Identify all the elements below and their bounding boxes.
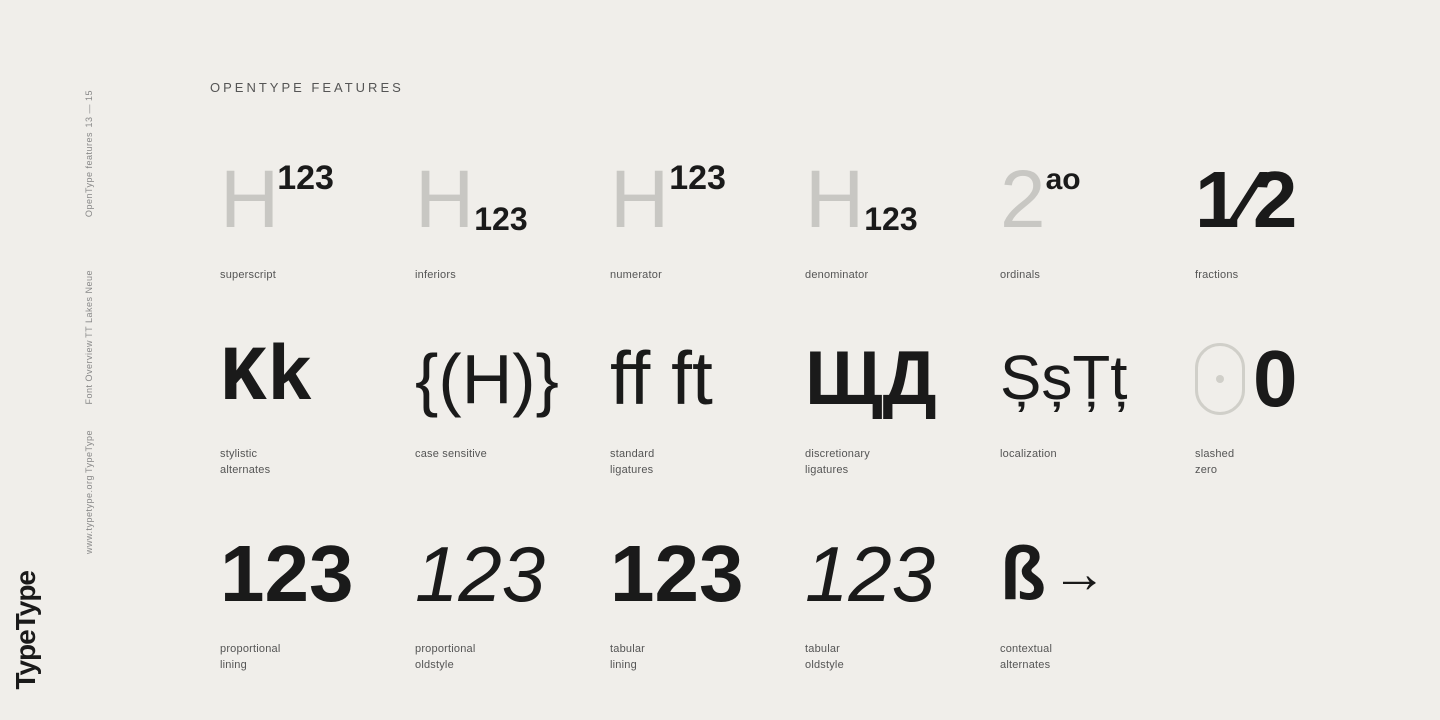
page-range: 13 — 15 xyxy=(84,90,94,128)
feature-ordinals: 2 ao ordinals xyxy=(990,145,1185,324)
glyph-numerator: H 123 xyxy=(610,145,726,255)
label-numerator: numerator xyxy=(610,267,662,284)
label-tabular-lining: tabular lining xyxy=(610,641,645,674)
glyph-superscript: H 123 xyxy=(220,145,334,255)
label-fractions: fractions xyxy=(1195,267,1238,284)
font-name: TT Lakes Neue xyxy=(84,270,94,338)
feature-empty xyxy=(1185,519,1380,714)
glyph-proportional-oldstyle: 123 xyxy=(415,519,545,629)
feature-proportional-lining: 123 proportional lining xyxy=(210,519,405,714)
feature-tabular-lining: 123 tabular lining xyxy=(600,519,795,714)
feature-inferiors: H 123 inferiors xyxy=(405,145,600,324)
glyph-localization: ȘșȚț xyxy=(1000,324,1127,434)
label-proportional-lining: proportional lining xyxy=(220,641,281,674)
sidebar-page-info: 13 — 15 OpenType features xyxy=(84,90,94,217)
feature-contextual-alternates: ß → contextual alternates xyxy=(990,519,1185,714)
glyph-case-sensitive: {(H)} xyxy=(415,324,559,434)
glyph-tabular-lining: 123 xyxy=(610,519,743,629)
sidebar: 13 — 15 OpenType features TT Lakes Neue … xyxy=(0,0,110,720)
glyph-stylistic-alternates: Kk xyxy=(220,324,314,434)
features-grid: H 123 superscript H 123 inferiors xyxy=(210,145,1380,714)
label-superscript: superscript xyxy=(220,267,276,284)
glyph-standard-ligatures: ff ft xyxy=(610,324,713,434)
label-tabular-oldstyle: tabular oldstyle xyxy=(805,641,844,674)
glyph-proportional-lining: 123 xyxy=(220,519,353,629)
glyph-contextual-alternates: ß → xyxy=(1000,519,1107,629)
label-slashed-zero: slashed zero xyxy=(1195,446,1234,479)
label-discretionary-ligatures: discretionary ligatures xyxy=(805,446,870,479)
label-standard-ligatures: standard ligatures xyxy=(610,446,654,479)
feature-numerator: H 123 numerator xyxy=(600,145,795,324)
company-label: TypeType xyxy=(84,430,94,473)
feature-superscript: H 123 superscript xyxy=(210,145,405,324)
label-denominator: denominator xyxy=(805,267,868,284)
label-case-sensitive: case sensitive xyxy=(415,446,487,463)
feature-stylistic-alternates: Kk stylistic alternates xyxy=(210,324,405,519)
company-url: www.typetype.org xyxy=(84,475,94,554)
glyph-ordinals: 2 ao xyxy=(1000,145,1081,255)
sidebar-company-info: TypeType www.typetype.org xyxy=(84,430,94,554)
font-subtitle: Font Overview xyxy=(84,340,94,405)
feature-fractions: 1⁄2 fractions xyxy=(1185,145,1380,324)
label-contextual-alternates: contextual alternates xyxy=(1000,641,1052,674)
section-label: OpenType features xyxy=(84,132,94,217)
glyph-denominator: H 123 xyxy=(805,145,918,255)
feature-tabular-oldstyle: 123 tabular oldstyle xyxy=(795,519,990,714)
glyph-inferiors: H 123 xyxy=(415,145,528,255)
sidebar-font-info: TT Lakes Neue Font Overview xyxy=(84,270,94,404)
glyph-slashed-zero: 0 xyxy=(1195,324,1298,434)
feature-denominator: H 123 denominator xyxy=(795,145,990,324)
feature-standard-ligatures: ff ft standard ligatures xyxy=(600,324,795,519)
feature-case-sensitive: {(H)} case sensitive xyxy=(405,324,600,519)
glyph-discretionary-ligatures: ЩД xyxy=(805,324,937,434)
feature-proportional-oldstyle: 123 proportional oldstyle xyxy=(405,519,600,714)
label-proportional-oldstyle: proportional oldstyle xyxy=(415,641,476,674)
label-ordinals: ordinals xyxy=(1000,267,1040,284)
feature-discretionary-ligatures: ЩД discretionary ligatures xyxy=(795,324,990,519)
label-stylistic-alternates: stylistic alternates xyxy=(220,446,270,479)
glyph-tabular-oldstyle: 123 xyxy=(805,519,935,629)
page-title: OPENTYPE FEATURES xyxy=(210,80,1380,95)
brand-logo: TypeType xyxy=(10,571,42,690)
label-inferiors: inferiors xyxy=(415,267,456,284)
feature-slashed-zero: 0 slashed zero xyxy=(1185,324,1380,519)
feature-localization: ȘșȚț localization xyxy=(990,324,1185,519)
glyph-fractions: 1⁄2 xyxy=(1195,145,1297,255)
main-content: OPENTYPE FEATURES H 123 superscript H xyxy=(110,0,1440,720)
label-localization: localization xyxy=(1000,446,1057,463)
